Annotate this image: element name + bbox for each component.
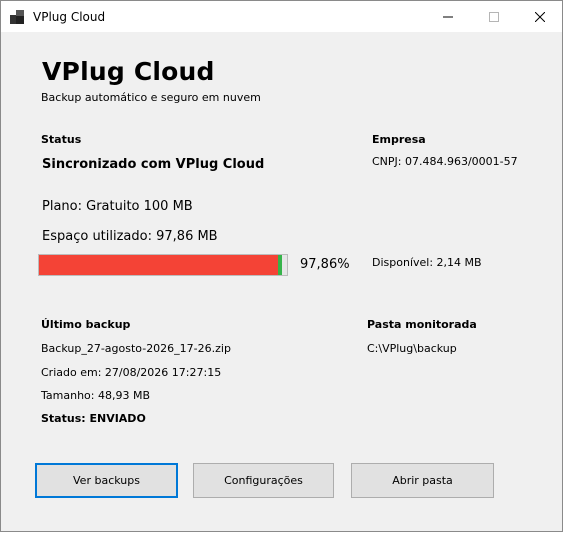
progress-tip <box>278 255 282 275</box>
monitored-folder-heading: Pasta monitorada <box>367 318 477 331</box>
minimize-button[interactable] <box>425 1 471 32</box>
last-backup-heading: Último backup <box>41 318 131 331</box>
settings-button[interactable]: Configurações <box>193 463 334 498</box>
close-icon <box>535 11 545 22</box>
main-content: VPlug Cloud Backup automático e seguro e… <box>1 32 562 531</box>
minimize-icon <box>443 16 453 17</box>
used-space-label: Espaço utilizado: 97,86 MB <box>42 229 218 244</box>
progress-percent: 97,86% <box>300 257 350 272</box>
plan-label: Plano: Gratuito 100 MB <box>42 199 193 214</box>
app-window: VPlug Cloud VPlug Cloud Backup automátic… <box>0 0 563 532</box>
maximize-button[interactable] <box>471 1 517 32</box>
window-title: VPlug Cloud <box>33 10 106 24</box>
available-space: Disponível: 2,14 MB <box>372 256 482 269</box>
app-icon <box>10 10 24 24</box>
backup-size: Tamanho: 48,93 MB <box>41 389 150 402</box>
close-button[interactable] <box>517 1 562 32</box>
monitored-folder-path: C:\VPlug\backup <box>367 342 457 355</box>
status-heading: Status <box>41 133 82 146</box>
backup-filename: Backup_27-agosto-2026_17-26.zip <box>41 342 231 355</box>
company-heading: Empresa <box>372 133 426 146</box>
page-subtitle: Backup automático e seguro em nuvem <box>41 91 261 104</box>
view-backups-button[interactable]: Ver backups <box>35 463 178 498</box>
company-cnpj: CNPJ: 07.484.963/0001-57 <box>372 155 518 168</box>
page-title: VPlug Cloud <box>42 57 215 86</box>
backup-created: Criado em: 27/08/2026 17:27:15 <box>41 366 222 379</box>
title-bar[interactable]: VPlug Cloud <box>1 1 562 32</box>
progress-fill <box>39 255 278 275</box>
maximize-icon <box>489 11 499 22</box>
storage-progress-bar <box>38 254 288 276</box>
sync-status: Sincronizado com VPlug Cloud <box>42 157 265 172</box>
backup-status: Status: ENVIADO <box>41 412 146 425</box>
open-folder-button[interactable]: Abrir pasta <box>351 463 494 498</box>
